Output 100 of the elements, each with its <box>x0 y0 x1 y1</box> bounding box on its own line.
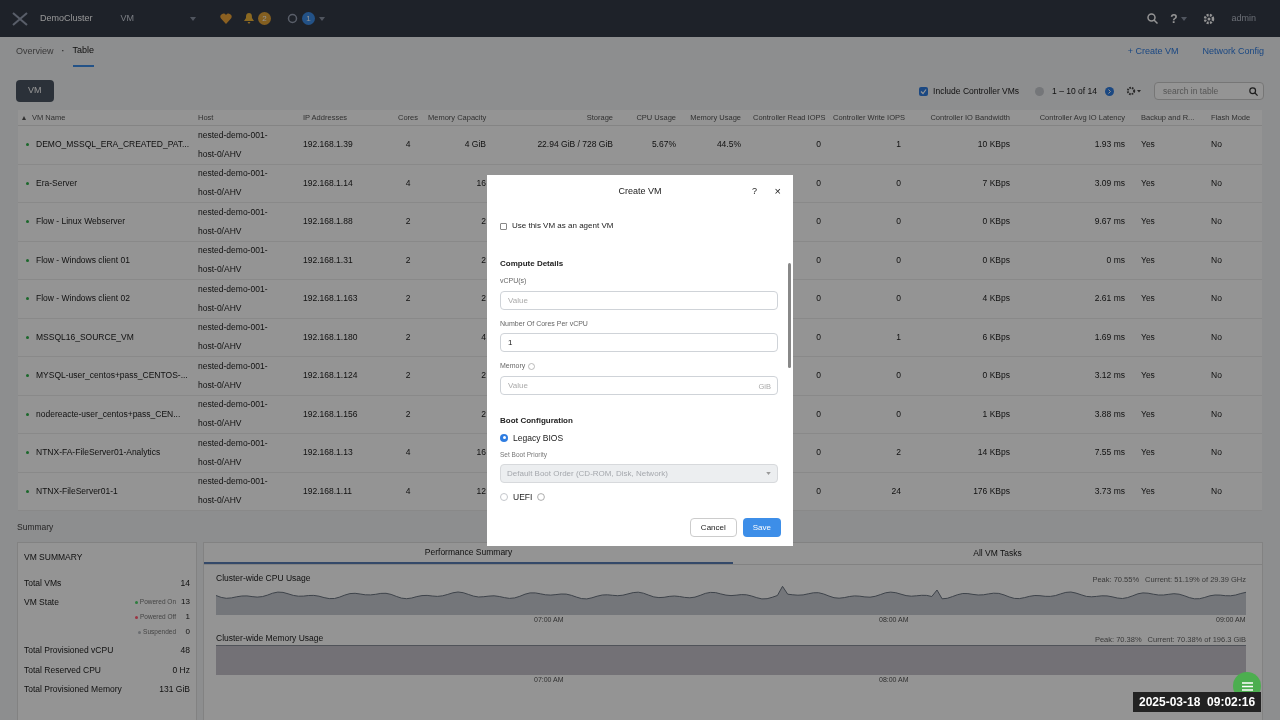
table-cell: 24 <box>891 485 901 496</box>
radio-button[interactable] <box>500 493 508 502</box>
section-title: Summary <box>17 522 54 532</box>
agent-vm-checkbox[interactable] <box>500 222 507 230</box>
include-controller-checkbox[interactable] <box>919 86 929 96</box>
info-icon <box>528 362 536 370</box>
dialog-title: Create VM <box>618 184 662 198</box>
summary-value: 14 <box>180 576 190 590</box>
timestamp-overlay: 2025-03-18 09:02:16 <box>1133 692 1262 712</box>
vm-name-link[interactable]: NTNX-FileServer01-1 <box>36 484 118 498</box>
table-cell: 0 KBps <box>982 254 1010 265</box>
table-cell: 0 <box>816 370 821 381</box>
logo-icon <box>12 11 28 26</box>
table-cell: 44.5% <box>716 139 741 150</box>
section-heading: Boot Configuration <box>500 414 574 427</box>
table-cell: 0 <box>896 408 901 419</box>
radio-label: Legacy BIOS <box>513 431 564 445</box>
caret-icon[interactable] <box>319 16 325 21</box>
table-cell: 0 <box>896 177 901 188</box>
settings-icon[interactable] <box>1126 86 1142 96</box>
vm-name-link[interactable]: DEMO_MSSQL_ERA_CREATED_PAT... <box>36 138 190 152</box>
table-cell: 16 <box>476 177 486 188</box>
table-cell: 0 KBps <box>982 370 1010 381</box>
card-title: VM SUMMARY <box>24 550 84 564</box>
circle-icon[interactable] <box>287 13 298 24</box>
table-cell: 0 ms <box>1106 254 1125 265</box>
summary-value: 131 GiB <box>159 683 190 696</box>
table-cell: 0 <box>816 139 821 150</box>
caret-icon <box>1181 16 1188 21</box>
secondary-button[interactable]: Cancel <box>689 518 737 537</box>
table-cell: Yes <box>1141 254 1155 265</box>
caret-icon <box>190 16 196 21</box>
scrollbar-thumb[interactable] <box>788 263 791 368</box>
radio-label: UEFI <box>513 491 533 504</box>
next-page-icon[interactable] <box>1105 86 1114 96</box>
settings-icon[interactable] <box>1203 12 1216 25</box>
table-cell: 0 <box>896 254 901 265</box>
table-cell: No <box>1211 331 1222 342</box>
page-tab[interactable]: Table <box>72 37 95 67</box>
help-button[interactable]: ? <box>752 184 757 199</box>
vm-name-link[interactable]: Flow - Linux Webserver <box>36 215 126 229</box>
table-cell: 1 KBps <box>982 408 1010 419</box>
table-cell: 4 KBps <box>982 293 1010 304</box>
summary-label: Total Reserved CPU <box>24 663 101 677</box>
input-field[interactable]: 1 <box>500 333 778 352</box>
search-icon[interactable] <box>1147 13 1159 24</box>
sort-ascending-icon[interactable] <box>22 115 26 120</box>
close-button[interactable]: × <box>774 183 781 200</box>
table-cell: 1.69 ms <box>1094 331 1125 342</box>
table-cell: No <box>1211 408 1222 419</box>
table-cell: 192.168.1.88 <box>303 216 353 227</box>
table-cell: 0 <box>816 254 821 265</box>
table-cell: 176 KBps <box>973 485 1010 496</box>
table-cell: 0 <box>896 293 901 304</box>
vm-name-link[interactable]: NTNX-FA-FileServer01-Analytics <box>36 446 161 460</box>
action-link[interactable]: + Create VM <box>1127 45 1179 59</box>
summary-label: Total VMs <box>24 576 62 590</box>
table-cell: 4 <box>405 447 411 458</box>
table-cell: 192.168.1.180 <box>303 331 358 342</box>
table-cell: 192.168.1.39 <box>303 139 353 150</box>
bell-icon[interactable] <box>244 13 254 24</box>
table-cell: 7.55 ms <box>1094 447 1125 458</box>
include-controller-label: Include Controller VMs <box>933 84 1020 98</box>
action-link[interactable]: Network Config <box>1202 45 1264 59</box>
table-cell: Yes <box>1141 139 1155 150</box>
primary-button[interactable]: Save <box>742 518 781 537</box>
table-cell: 6 KBps <box>982 331 1010 342</box>
summary-value: 48 <box>180 644 190 657</box>
table-cell: 0 <box>816 408 821 419</box>
table-cell: 1.93 ms <box>1094 139 1125 150</box>
vm-name-link[interactable]: Era-Server <box>36 176 78 190</box>
table-cell: 0 <box>896 216 901 227</box>
table-cell: 3.12 ms <box>1094 370 1125 381</box>
menu-icon <box>1241 681 1253 691</box>
search-icon <box>1249 86 1258 96</box>
table-cell: 0 <box>816 216 821 227</box>
user-menu[interactable]: admin <box>1231 11 1256 26</box>
heart-pulse-icon[interactable] <box>220 13 232 24</box>
table-cell: No <box>1211 293 1222 304</box>
summary-tab[interactable]: All VM Tasks <box>733 542 1262 564</box>
page-tab[interactable]: Overview <box>16 37 54 67</box>
task-count-badge: 1 <box>302 12 315 25</box>
vm-name-link[interactable]: MSSQL16_SOURCE_VM <box>36 330 134 344</box>
table-cell: Yes <box>1141 370 1155 381</box>
help-menu[interactable]: ? <box>1170 9 1188 28</box>
cluster-name[interactable]: DemoCluster <box>40 11 93 26</box>
table-cell: 2 <box>405 408 411 419</box>
vm-view-button[interactable]: VM <box>16 80 54 102</box>
vm-name-link[interactable]: Flow - Windows client 02 <box>36 292 130 306</box>
chart-title: Cluster-wide CPU Usage <box>216 572 311 585</box>
vm-name-link[interactable]: Flow - Windows client 01 <box>36 253 130 267</box>
vm-name-link[interactable]: nodereacte-user_centos+pass_CEN... <box>36 407 181 421</box>
input-field[interactable]: Value <box>500 290 778 310</box>
radio-button[interactable] <box>500 433 508 442</box>
view-dropdown[interactable]: VM <box>120 11 196 26</box>
table-cell: 4 <box>405 177 411 188</box>
table-cell: 0 <box>896 370 901 381</box>
table-cell: 0 KBps <box>982 216 1010 227</box>
vm-name-link[interactable]: MYSQL-user_centos+pass_CENTOS-... <box>36 369 188 383</box>
table-cell: 0 <box>816 293 821 304</box>
